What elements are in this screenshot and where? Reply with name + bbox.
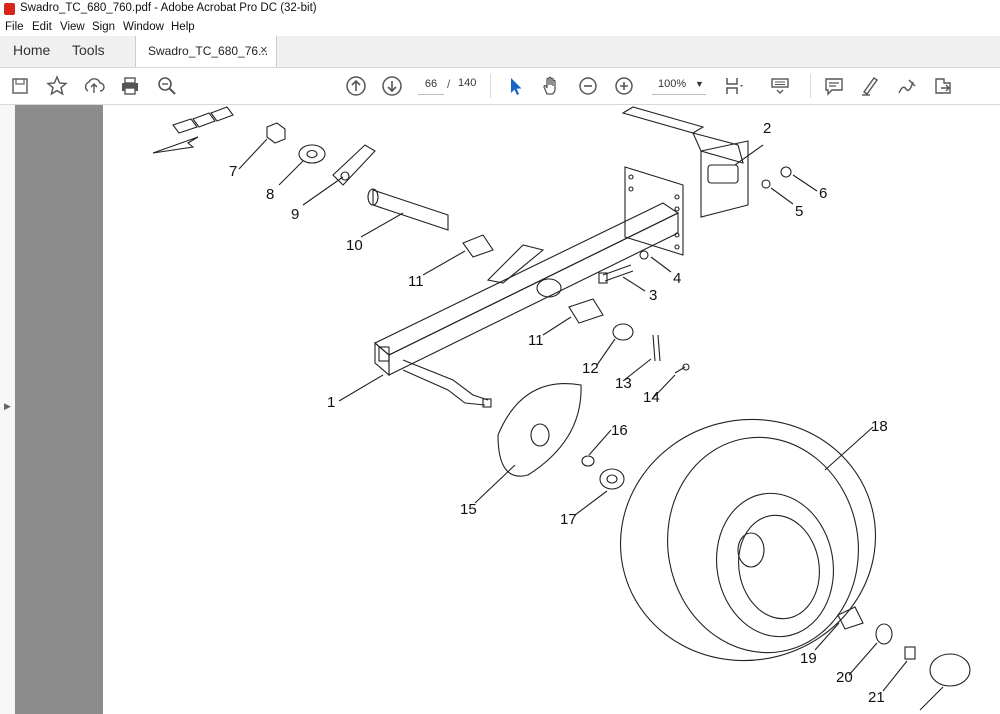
comment-icon[interactable] [822,74,846,98]
parts-diagram: 1 2 3 4 5 6 7 8 9 10 11 11 12 13 14 15 1… [152,106,971,711]
page-fit-icon[interactable] [722,74,746,98]
menu-window[interactable]: Window [123,21,164,33]
acrobat-icon [4,3,15,15]
tab-document[interactable]: Swadro_TC_680_76... × [135,36,277,67]
page-up-icon[interactable] [344,74,368,98]
callout-20: 20 [836,669,853,686]
menu-view[interactable]: View [60,21,85,33]
print-icon[interactable] [118,74,142,98]
title-bar: Swadro_TC_680_760.pdf - Adobe Acrobat Pr… [0,0,1000,18]
tab-tools[interactable]: Tools [72,42,105,58]
keyboard-icon[interactable] [768,74,792,98]
callout-7: 7 [229,163,237,180]
zoom-select[interactable]: 100% ▼ [652,74,706,95]
callout-15: 15 [460,501,477,518]
star-icon[interactable] [45,74,69,98]
callout-10: 10 [346,237,363,254]
zoom-out-icon[interactable] [576,74,600,98]
callout-17: 17 [560,511,577,528]
menu-bar: File Edit View Sign Window Help [0,18,1000,36]
menu-file[interactable]: File [5,21,24,33]
callout-19: 19 [800,650,817,667]
hand-icon[interactable] [539,74,563,98]
tab-home[interactable]: Home [13,42,50,58]
page-separator: / [447,77,451,91]
upload-icon[interactable] [82,74,106,98]
callout-1: 1 [327,394,335,411]
left-panel-toggle[interactable]: ▶ [0,105,16,714]
callout-14: 14 [643,389,660,406]
sign-icon[interactable] [895,74,919,98]
page-number-input[interactable]: 66 [418,74,444,95]
expand-arrow-icon: ▶ [4,401,11,411]
window-title: Swadro_TC_680_760.pdf - Adobe Acrobat Pr… [20,2,317,14]
callout-13: 13 [615,375,632,392]
callout-4: 4 [673,270,681,287]
callout-21: 21 [868,689,885,706]
highlight-pen-icon[interactable] [858,74,882,98]
document-tab-label: Swadro_TC_680_76... [148,44,269,58]
menu-edit[interactable]: Edit [32,21,52,33]
callout-6: 6 [819,185,827,202]
close-tab-button[interactable]: × [260,42,268,57]
tab-bar: Home Tools Swadro_TC_680_76... × [0,36,1000,68]
select-arrow-icon[interactable] [503,74,527,98]
toolbar [0,68,1000,105]
zoom-search-icon[interactable] [155,74,179,98]
chevron-down-icon: ▼ [695,79,704,89]
page-total: 140 [458,77,477,89]
callout-3: 3 [649,287,657,304]
callout-2: 2 [763,120,771,137]
page-down-icon[interactable] [380,74,404,98]
share-icon[interactable] [931,74,955,98]
zoom-in-icon[interactable] [612,74,636,98]
callout-8: 8 [266,186,274,203]
save-icon[interactable] [8,74,32,98]
callout-16: 16 [611,422,628,439]
callout-18: 18 [871,418,888,435]
callout-5: 5 [795,203,803,220]
callout-9: 9 [291,206,299,223]
callout-11: 11 [528,332,544,349]
menu-sign[interactable]: Sign [92,21,115,33]
document-gutter [15,105,103,714]
callout-12: 12 [582,360,599,377]
toolbar-separator [810,74,811,98]
pdf-page: 1 2 3 4 5 6 7 8 9 10 11 11 12 13 14 15 1… [103,105,1000,714]
zoom-value: 100% [658,78,687,90]
menu-help[interactable]: Help [171,21,195,33]
callout-11: 11 [408,273,424,290]
toolbar-separator [490,74,491,98]
